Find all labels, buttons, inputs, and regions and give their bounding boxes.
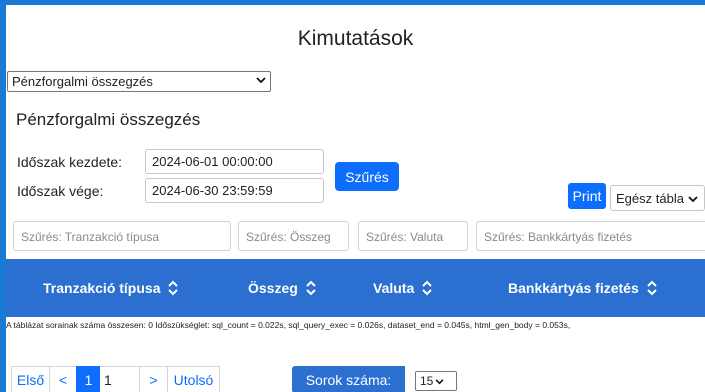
rows-count-value: 15 bbox=[420, 374, 434, 388]
print-button[interactable]: Print bbox=[568, 183, 606, 209]
column-currency[interactable]: Valuta bbox=[373, 280, 433, 296]
sort-up-down-icon bbox=[422, 280, 432, 296]
chevron-down-icon bbox=[256, 76, 266, 87]
page-title: Kimutatások bbox=[297, 27, 414, 50]
page-last-button[interactable]: Utolsó bbox=[167, 366, 220, 392]
page-next-button[interactable]: > bbox=[139, 366, 168, 392]
page-current-button[interactable]: 1 bbox=[76, 366, 101, 392]
column-card-payment[interactable]: Bankkártyás fizetés bbox=[508, 280, 658, 296]
page-first-button[interactable]: Első bbox=[11, 366, 50, 392]
pagination: Első < 1 1 > Utolsó bbox=[11, 366, 220, 392]
table-header: Tranzakció típusa Összeg Valuta Bankkárt… bbox=[6, 259, 705, 317]
filter-transaction-type-input[interactable]: Szűrés: Tranzakció típusa bbox=[13, 221, 231, 251]
sort-up-down-icon bbox=[168, 280, 179, 296]
period-start-label: Időszak kezdete: bbox=[17, 154, 123, 170]
report-select-value: Pénzforgalmi összegzés bbox=[12, 74, 153, 89]
period-end-label: Időszak vége: bbox=[17, 183, 104, 199]
table-stats: A táblázat sorainak száma összesen: 0 Id… bbox=[6, 320, 571, 330]
rows-count-select[interactable]: 15 bbox=[415, 371, 457, 391]
sort-up-down-icon bbox=[647, 280, 657, 296]
column-transaction-type[interactable]: Tranzakció típusa bbox=[43, 280, 179, 296]
rows-count-label: Sorok száma: bbox=[292, 366, 405, 392]
filter-card-payment-input[interactable]: Szűrés: Bankkártyás fizetés bbox=[476, 221, 705, 251]
column-amount[interactable]: Összeg bbox=[248, 280, 317, 296]
report-title: Pénzforgalmi összegzés bbox=[16, 110, 201, 129]
main-panel: Kimutatások Pénzforgalmi összegzés Pénzf… bbox=[6, 5, 705, 392]
scope-select[interactable]: Egész tábla bbox=[610, 185, 705, 211]
column-label: Bankkártyás fizetés bbox=[508, 280, 639, 296]
report-select[interactable]: Pénzforgalmi összegzés bbox=[7, 71, 271, 92]
chevron-down-icon bbox=[435, 374, 444, 388]
filter-amount-input[interactable]: Szűrés: Összeg bbox=[238, 221, 349, 251]
period-start-input[interactable]: 2024-06-01 00:00:00 bbox=[145, 149, 324, 174]
sort-up-down-icon bbox=[306, 280, 316, 296]
column-label: Valuta bbox=[373, 280, 415, 296]
chevron-down-icon bbox=[688, 191, 698, 206]
column-label: Összeg bbox=[248, 280, 298, 296]
scope-select-value: Egész tábla bbox=[616, 190, 684, 206]
period-end-input[interactable]: 2024-06-30 23:59:59 bbox=[145, 178, 324, 203]
page-total: 1 bbox=[100, 366, 140, 392]
page-prev-button[interactable]: < bbox=[49, 366, 77, 392]
column-label: Tranzakció típusa bbox=[43, 280, 161, 296]
filter-currency-input[interactable]: Szűrés: Valuta bbox=[358, 221, 468, 251]
filter-button[interactable]: Szűrés bbox=[335, 162, 399, 191]
